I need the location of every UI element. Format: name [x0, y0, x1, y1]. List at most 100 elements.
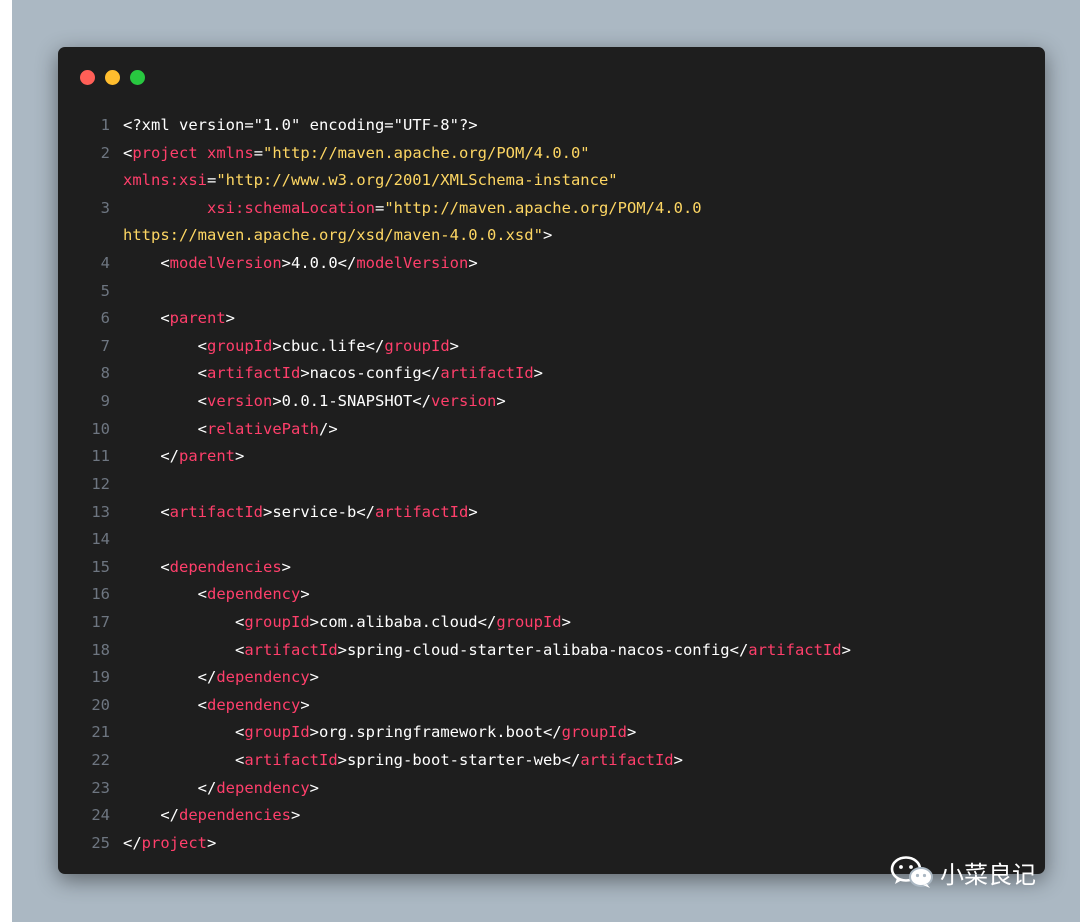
- code-token-punct: >: [309, 723, 319, 742]
- code-token-punct: >: [309, 612, 319, 631]
- code-token-text: org.springframework.boot: [319, 723, 543, 742]
- code-token-punct: <: [123, 392, 207, 411]
- line-content: <dependency>: [123, 692, 1045, 720]
- code-token-punct: </: [365, 336, 385, 355]
- line-number: 14: [91, 530, 110, 549]
- code-token-punct: >: [309, 668, 319, 687]
- code-token-punct: >: [290, 806, 301, 825]
- line-content: </dependency>: [123, 664, 1045, 692]
- code-token-punct: <: [123, 143, 133, 162]
- code-token-text: service-b: [272, 502, 357, 521]
- code-token-tag: relativePath: [207, 419, 319, 438]
- code-token-punct: <: [123, 612, 245, 631]
- line-content: <version>0.0.1-SNAPSHOT</version>: [123, 388, 1045, 416]
- code-line: 2 <project xmlns="http://maven.apache.org…: [58, 140, 1045, 168]
- code-token-attr: xsi:schemaLocation: [207, 198, 375, 217]
- line-number: 11: [91, 447, 110, 466]
- code-token-text: 4.0.0: [291, 254, 338, 273]
- code-token-str: "http://maven.apache.org/POM/4.0.0": [263, 143, 590, 162]
- code-line: 13 <artifactId>service-b</artifactId>: [58, 499, 1045, 527]
- line-number: 3: [100, 198, 110, 217]
- code-token-tag: project: [141, 833, 207, 852]
- line-content: <project xmlns="http://maven.apache.org/…: [123, 140, 1045, 168]
- code-block: 1 <?xml version="1.0" encoding="UTF-8"?> 2…: [58, 112, 1045, 857]
- code-token-punct: >: [468, 502, 478, 521]
- code-token-punct: </: [123, 778, 217, 797]
- line-number: 19: [91, 668, 110, 687]
- code-token-punct: <: [123, 364, 207, 383]
- code-line: 7 <groupId>cbuc.life</groupId>: [58, 333, 1045, 361]
- code-token-punct: <: [123, 502, 170, 521]
- code-token-punct: >: [337, 751, 347, 770]
- code-token-punct: >: [309, 778, 319, 797]
- code-token-text: spring-cloud-starter-alibaba-nacos-confi…: [347, 640, 730, 659]
- code-window: 1 <?xml version="1.0" encoding="UTF-8"?> 2…: [58, 47, 1045, 874]
- code-line: 20 <dependency>: [58, 692, 1045, 720]
- code-token-tag: artifactId: [748, 640, 842, 659]
- code-line: 14: [58, 526, 1045, 554]
- line-number: 23: [91, 778, 110, 797]
- line-number: 6: [100, 309, 110, 328]
- watermark: 小菜良记: [890, 852, 1036, 892]
- code-token-punct: </: [412, 392, 431, 411]
- line-content: <artifactId>spring-boot-starter-web</art…: [123, 747, 1045, 775]
- line-number: 17: [91, 612, 110, 631]
- code-line: 11 </parent>: [58, 443, 1045, 471]
- code-line: https://maven.apache.org/xsd/maven-4.0.0…: [58, 222, 1045, 250]
- line-number: 15: [91, 557, 110, 576]
- code-line: xmlns:xsi="http://www.w3.org/2001/XMLSch…: [58, 167, 1045, 195]
- code-token-punct: >: [300, 585, 310, 604]
- code-token-tag: version: [431, 392, 497, 411]
- close-dot-icon[interactable]: [80, 70, 95, 85]
- code-token-tag: groupId: [244, 723, 310, 742]
- code-token-tag: artifactId: [440, 364, 534, 383]
- code-token-tag: modelVersion: [356, 254, 469, 273]
- code-token-punct: <: [123, 723, 245, 742]
- code-token-text: com.alibaba.cloud: [319, 612, 478, 631]
- line-number: 2: [100, 143, 110, 162]
- code-line: 19 </dependency>: [58, 664, 1045, 692]
- line-number: 16: [91, 585, 110, 604]
- line-number: 12: [91, 474, 110, 493]
- code-token-tag: modelVersion: [169, 254, 282, 273]
- line-content: </parent>: [123, 443, 1045, 471]
- code-token-attr: xmlns:xsi: [123, 171, 207, 190]
- line-content: [123, 471, 1045, 499]
- code-token-tag: artifactId: [244, 751, 338, 770]
- code-token-text: 0.0.1-SNAPSHOT: [281, 392, 413, 411]
- line-number: 13: [91, 502, 110, 521]
- code-token-punct: <: [123, 309, 170, 328]
- line-content: <modelVersion>4.0.0</modelVersion>: [123, 250, 1045, 278]
- code-token-text: cbuc.life: [281, 336, 366, 355]
- maximize-dot-icon[interactable]: [130, 70, 145, 85]
- minimize-dot-icon[interactable]: [105, 70, 120, 85]
- code-token-punct: <: [123, 254, 170, 273]
- code-token-punct: <: [123, 336, 207, 355]
- line-number: 20: [91, 695, 110, 714]
- line-number: [58, 167, 123, 195]
- code-token-punct: >: [225, 309, 236, 328]
- code-token-punct: >: [542, 226, 553, 245]
- code-token-punct: </: [477, 612, 497, 631]
- code-token-punct: />: [318, 419, 338, 438]
- code-token-punct: <: [123, 751, 245, 770]
- code-token-punct: <: [123, 557, 170, 576]
- line-number: 1: [100, 116, 110, 134]
- code-line: 12: [58, 471, 1045, 499]
- code-token-punct: <?xml version="1.0" encoding="UTF-8"?>: [123, 116, 478, 134]
- code-token-str: https://maven.apache.org/xsd/maven-4.0.0…: [123, 226, 543, 245]
- line-number: 9: [100, 392, 110, 411]
- line-content: xmlns:xsi="http://www.w3.org/2001/XMLSch…: [123, 167, 1045, 195]
- code-token-tag: groupId: [561, 723, 627, 742]
- line-content: [123, 278, 1045, 306]
- code-token-punct: <: [123, 640, 245, 659]
- line-number: 25: [91, 833, 110, 852]
- code-token-punct: >: [841, 640, 851, 659]
- code-line: 22 <artifactId>spring-boot-starter-web</…: [58, 747, 1045, 775]
- line-content: [123, 526, 1045, 554]
- code-token-punct: >: [533, 364, 543, 383]
- code-token-punct: </: [542, 723, 562, 742]
- code-line: 24 </dependencies>: [58, 802, 1045, 830]
- code-token-tag: dependency: [216, 778, 310, 797]
- code-token-punct: >: [496, 392, 506, 411]
